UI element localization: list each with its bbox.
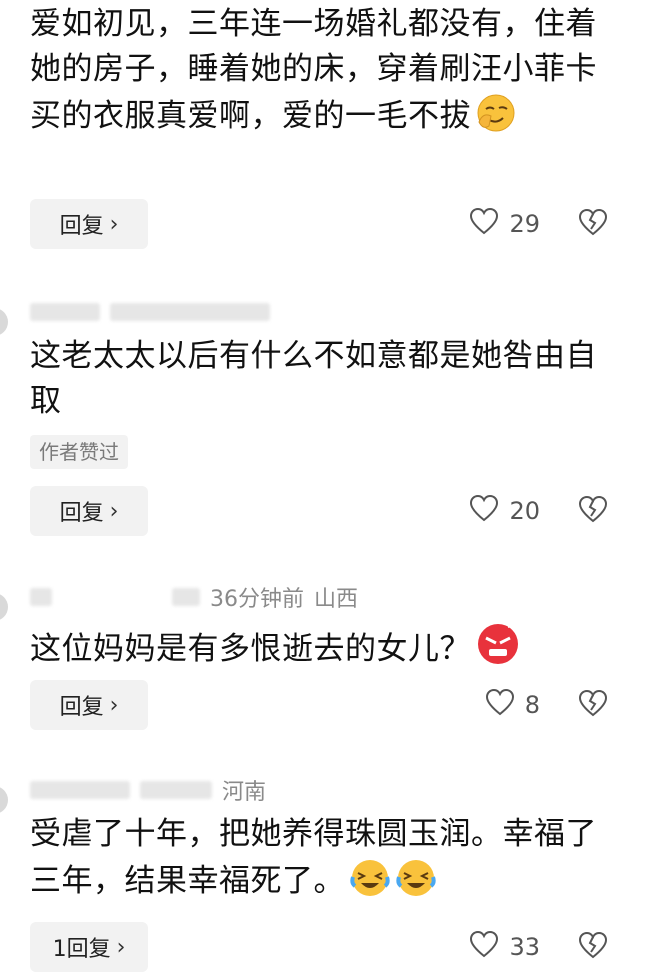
like-button[interactable]: 20 [469,486,540,536]
broken-heart-icon [578,208,608,240]
username-blurred[interactable] [30,588,52,606]
comment-text: 受虐了十年，把她养得珠圆玉润。幸福了三年，结果幸福死了。 [30,816,597,899]
username-blurred[interactable] [30,303,100,321]
reply-button[interactable]: 回复 › [30,486,148,536]
comment-meta [30,300,270,324]
like-count: 29 [509,210,540,238]
dislike-button[interactable] [578,199,608,249]
smirk-face-icon [475,92,517,134]
broken-heart-icon [578,689,608,721]
avatar[interactable] [0,308,8,336]
like-count: 33 [509,933,540,961]
heart-icon [469,494,499,528]
reply-button[interactable]: 回复 › [30,680,148,730]
laughing-crying-face-icon [395,857,437,899]
heart-icon [485,688,515,722]
comment-meta: 河南 [30,778,266,805]
comment-location: 山西 [314,587,359,612]
heart-icon [469,930,499,964]
angry-face-icon [475,621,521,667]
chevron-right-icon: › [109,692,119,718]
like-count: 8 [524,691,540,719]
username-blurred[interactable] [30,781,130,799]
author-liked-badge: 作者赞过 [30,435,128,469]
chevron-right-icon: › [109,498,119,524]
broken-heart-icon [578,495,608,527]
comment-meta: 36分钟前 山西 [30,585,358,612]
meta-blurred [172,588,200,606]
comment-location: 河南 [222,780,267,805]
heart-icon [469,207,499,241]
dislike-button[interactable] [578,922,608,972]
reply-button[interactable]: 回复 › [30,199,148,249]
dislike-button[interactable] [578,486,608,536]
reply-button[interactable]: 1回复 › [30,922,148,972]
laughing-crying-face-icon [349,857,391,899]
like-count: 20 [509,497,540,525]
comment-text: 爱如初见，三年连一场婚礼都没有，住着她的房子，睡着她的床，穿着刷汪小菲卡买的衣服… [30,6,597,134]
like-button[interactable]: 29 [469,199,540,249]
like-button[interactable]: 33 [469,922,540,972]
dislike-button[interactable] [578,680,608,730]
like-button[interactable]: 8 [485,680,540,730]
avatar[interactable] [0,593,8,621]
comment-time: 36分钟前 [210,587,304,612]
avatar[interactable] [0,786,8,814]
chevron-right-icon: › [116,934,126,960]
meta-blurred [140,781,212,799]
comment-text: 这位妈妈是有多恨逝去的女儿？ [30,621,630,672]
broken-heart-icon [578,931,608,963]
comment-text: 这老太太以后有什么不如意都是她咎由自取 [30,338,597,419]
meta-blurred [110,303,270,321]
chevron-right-icon: › [109,211,119,237]
